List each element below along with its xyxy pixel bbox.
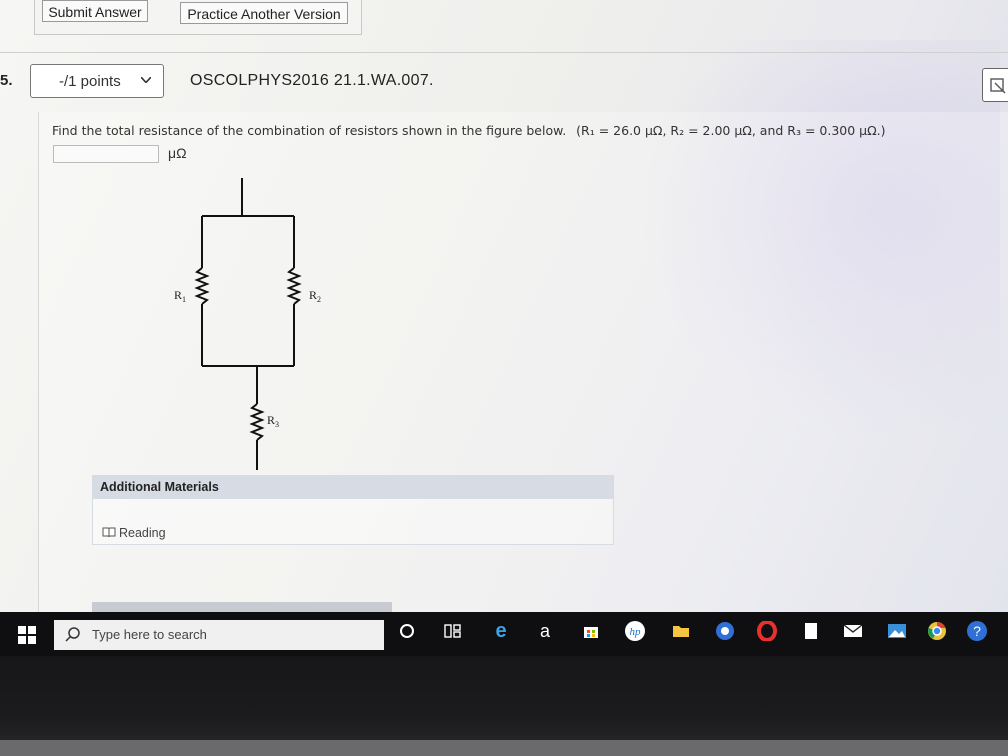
- book-icon: [102, 527, 116, 538]
- practice-another-version-button[interactable]: Practice Another Version: [180, 2, 348, 24]
- question-prompt: Find the total resistance of the combina…: [52, 123, 567, 138]
- points-dropdown[interactable]: -/1 points: [30, 64, 164, 98]
- task-view-icon[interactable]: [442, 620, 464, 642]
- r1-label: R1: [174, 288, 186, 304]
- photos-icon[interactable]: [886, 620, 908, 642]
- open-external-icon[interactable]: [982, 68, 1008, 102]
- svg-text:hp: hp: [630, 626, 642, 638]
- answer-input[interactable]: [53, 145, 159, 163]
- mail-icon[interactable]: [842, 620, 864, 642]
- file-explorer-icon[interactable]: [670, 620, 692, 642]
- store-icon[interactable]: [580, 620, 602, 642]
- hp-icon[interactable]: hp: [624, 620, 646, 642]
- question-text: Find the total resistance of the combina…: [52, 123, 886, 138]
- browser-viewport: Submit Answer Practice Another Version 5…: [0, 0, 1008, 620]
- r2-label: R2: [309, 288, 321, 304]
- resistor-circuit-diagram: R1 R2 R3: [174, 178, 321, 470]
- edge-icon[interactable]: e: [490, 620, 512, 642]
- desk-surface: [0, 740, 1008, 756]
- question-number: 5.: [0, 72, 13, 89]
- question-divider: [0, 52, 1008, 53]
- r3-label: R3: [267, 413, 279, 429]
- additional-materials-header: Additional Materials: [92, 475, 614, 499]
- amazon-icon[interactable]: a: [534, 620, 556, 642]
- question-givens: (R₁ = 26.0 μΩ, R₂ = 2.00 μΩ, and R₃ = 0.…: [576, 123, 886, 138]
- search-icon: [65, 627, 80, 642]
- question-id: OSCOLPHYS2016 21.1.WA.007.: [190, 72, 434, 89]
- chevron-down-icon: [141, 77, 151, 83]
- help-icon[interactable]: ?: [966, 620, 988, 642]
- search-placeholder: Type here to search: [92, 627, 207, 642]
- chrome-icon[interactable]: [926, 620, 948, 642]
- cortana-icon[interactable]: [396, 620, 418, 642]
- points-label: -/1 points: [59, 73, 121, 90]
- answer-unit: μΩ: [168, 145, 187, 161]
- submit-answer-button[interactable]: Submit Answer: [42, 0, 148, 22]
- reading-label: Reading: [119, 526, 166, 540]
- chrome-icon[interactable]: [714, 620, 736, 642]
- opera-icon[interactable]: [756, 620, 778, 642]
- additional-materials-body: [92, 499, 614, 545]
- reading-link[interactable]: Reading: [102, 526, 166, 540]
- taskbar-search-box[interactable]: Type here to search: [54, 620, 384, 650]
- notes-icon[interactable]: [800, 620, 822, 642]
- windows-start-icon[interactable]: [18, 626, 36, 644]
- svg-text:?: ?: [973, 623, 981, 639]
- next-question-strip: [92, 602, 392, 612]
